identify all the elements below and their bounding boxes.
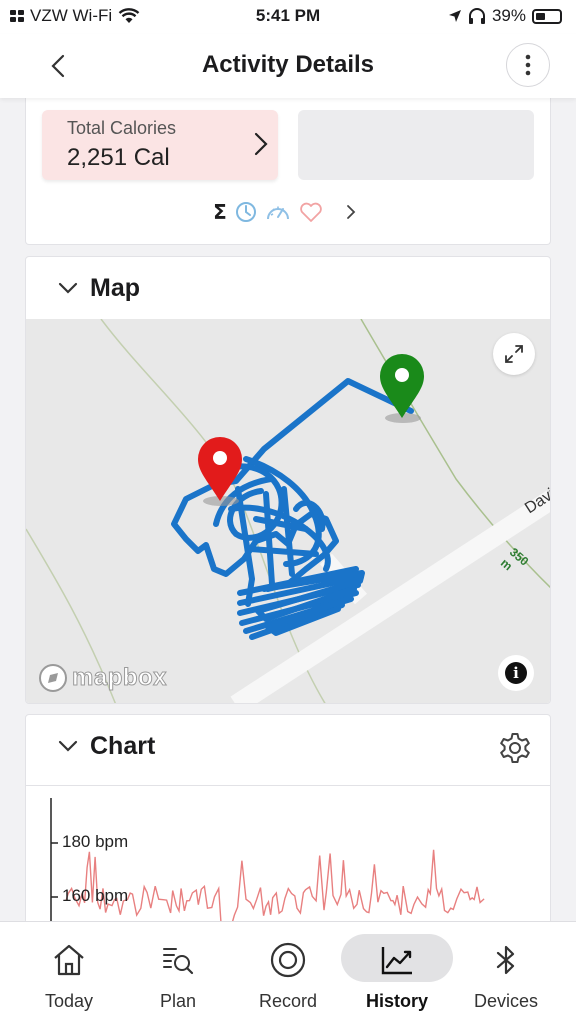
- chevron-right-icon: [254, 132, 268, 156]
- chevron-down-icon: [58, 740, 78, 752]
- map-view[interactable]: Davi 350 m mapbox i: [26, 319, 550, 703]
- heart-icon[interactable]: [299, 201, 323, 223]
- headphones-icon: [468, 8, 485, 24]
- map-section-header[interactable]: Map: [26, 257, 550, 319]
- activity-route: [171, 378, 414, 640]
- calories-label: Total Calories: [67, 118, 177, 138]
- chart-section-header[interactable]: Chart: [26, 715, 550, 777]
- record-icon: [268, 940, 308, 980]
- mapbox-logo: mapbox: [38, 663, 167, 693]
- battery-icon: [532, 8, 562, 24]
- summary-card: Total Calories 2,251 Cal Σ: [25, 92, 551, 245]
- more-vertical-icon: [525, 54, 531, 76]
- metric-selector: Σ: [26, 200, 550, 224]
- location-arrow-icon: [448, 10, 461, 22]
- tab-today[interactable]: Today: [14, 922, 124, 1022]
- plan-search-icon: [158, 940, 198, 980]
- contour-line: [100, 319, 326, 703]
- tab-devices[interactable]: Devices: [451, 922, 561, 1022]
- empty-metric-tile: [298, 110, 534, 180]
- battery-level-fill: [536, 12, 545, 20]
- home-icon: [49, 940, 89, 980]
- tab-label: Devices: [473, 991, 539, 1011]
- map-info-button[interactable]: i: [498, 655, 534, 691]
- tab-label: Plan: [159, 991, 197, 1011]
- total-calories-tile[interactable]: Total Calories 2,251 Cal: [42, 110, 278, 180]
- chevron-right-icon[interactable]: [339, 203, 363, 221]
- info-icon: i: [505, 662, 527, 684]
- bluetooth-icon: [486, 940, 526, 980]
- start-pin-icon: [380, 354, 424, 423]
- mapbox-logo-icon: [39, 664, 67, 692]
- calories-value: 2,251 Cal: [67, 144, 170, 171]
- nav-bar: Activity Details: [0, 34, 576, 98]
- tab-label: Record: [258, 991, 318, 1011]
- map-section-title: Map: [90, 273, 140, 302]
- expand-icon: [505, 345, 523, 363]
- chart-section-title: Chart: [90, 731, 156, 760]
- tab-plan[interactable]: Plan: [123, 922, 233, 1022]
- y-tick-label: 180 bpm: [62, 832, 129, 851]
- tab-record[interactable]: Record: [233, 922, 343, 1022]
- mapbox-wordmark: mapbox: [71, 664, 168, 692]
- tab-bar: Today Plan Record History Devices: [0, 921, 576, 1024]
- tab-label: Today: [44, 991, 94, 1011]
- battery-percent: 39%: [491, 6, 526, 25]
- map-canvas: [26, 319, 550, 703]
- status-bar: VZW Wi-Fi 5:41 PM 39%: [0, 0, 576, 34]
- chevron-down-icon: [58, 282, 78, 294]
- heart-rate-line: [65, 849, 485, 927]
- page-title: Activity Details: [201, 51, 375, 78]
- sigma-icon[interactable]: Σ: [213, 200, 227, 224]
- map-expand-button[interactable]: [493, 333, 535, 375]
- clock-icon[interactable]: [235, 201, 257, 223]
- chart-settings-button[interactable]: [498, 731, 532, 770]
- y-tick-label: 160 bpm: [62, 886, 129, 905]
- tab-history[interactable]: History: [341, 922, 453, 1022]
- trend-chart-icon: [377, 940, 417, 980]
- map-card: Map Davi 350 m mapbox i: [25, 256, 551, 704]
- gear-icon: [500, 733, 530, 763]
- speedometer-icon[interactable]: [265, 201, 291, 223]
- tab-label: History: [365, 991, 428, 1011]
- more-options-button[interactable]: [506, 43, 550, 87]
